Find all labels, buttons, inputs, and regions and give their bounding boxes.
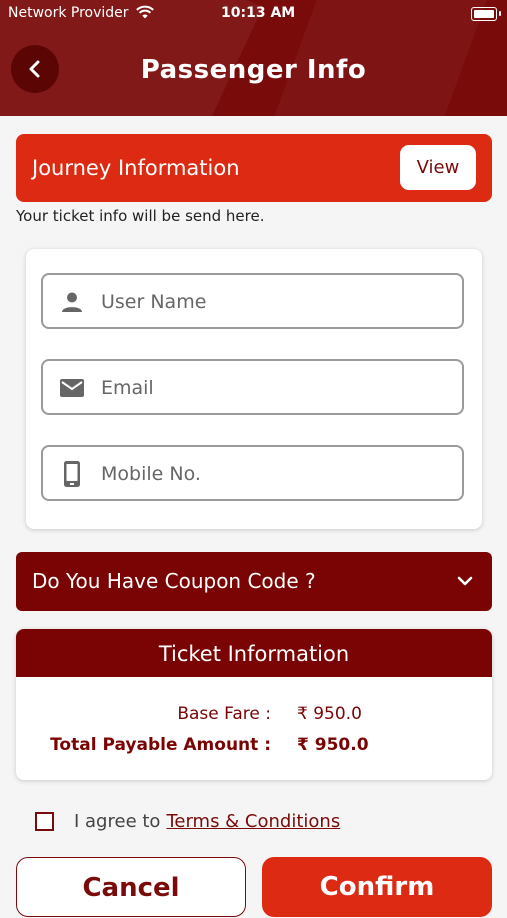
confirm-button[interactable]: Confirm <box>262 857 492 917</box>
mobile-input[interactable] <box>99 447 453 501</box>
email-field[interactable] <box>41 359 464 415</box>
fare-value: ₹ 950.0 <box>297 735 369 755</box>
fare-value: ₹ 950.0 <box>297 704 362 724</box>
status-bar: Network Provider 10:13 AM <box>0 0 507 28</box>
terms-prefix: I agree to <box>74 810 161 832</box>
ticket-info-title: Ticket Information <box>16 629 492 677</box>
cancel-button[interactable]: Cancel <box>16 857 246 917</box>
coupon-code-toggle[interactable]: Do You Have Coupon Code ? <box>16 552 492 611</box>
fare-label: Total Payable Amount : <box>50 735 271 755</box>
fare-row: Total Payable Amount : ₹ 950.0 <box>16 735 492 761</box>
mobile-field[interactable] <box>41 445 464 501</box>
ticket-info-card: Ticket Information Base Fare : ₹ 950.0 T… <box>16 629 492 780</box>
journey-hint-text: Your ticket info will be send here. <box>16 207 265 225</box>
username-field[interactable] <box>41 273 464 329</box>
terms-link[interactable]: Terms & Conditions <box>166 811 340 832</box>
journey-info-bar: Journey Information View <box>16 134 492 202</box>
phone-icon <box>59 461 85 487</box>
chevron-down-icon <box>457 576 473 586</box>
view-button[interactable]: View <box>400 145 476 190</box>
wifi-icon <box>136 5 154 19</box>
app-header: Network Provider 10:13 AM Passenger Info <box>0 0 507 116</box>
passenger-form-card <box>26 249 482 529</box>
page-title: Passenger Info <box>140 55 367 85</box>
terms-agreement: I agree to Terms & Conditions <box>35 808 340 834</box>
fare-row: Base Fare : ₹ 950.0 <box>16 704 492 730</box>
carrier-name: Network Provider <box>8 5 129 21</box>
status-time: 10:13 AM <box>221 5 296 21</box>
fare-label: Base Fare : <box>177 704 271 724</box>
battery-icon <box>471 7 501 21</box>
coupon-code-label: Do You Have Coupon Code ? <box>32 569 316 593</box>
person-icon <box>59 290 85 314</box>
terms-checkbox[interactable] <box>35 811 54 831</box>
username-input[interactable] <box>99 275 453 329</box>
mail-icon <box>59 376 85 400</box>
email-input[interactable] <box>99 361 453 415</box>
journey-info-label: Journey Information <box>32 156 240 180</box>
